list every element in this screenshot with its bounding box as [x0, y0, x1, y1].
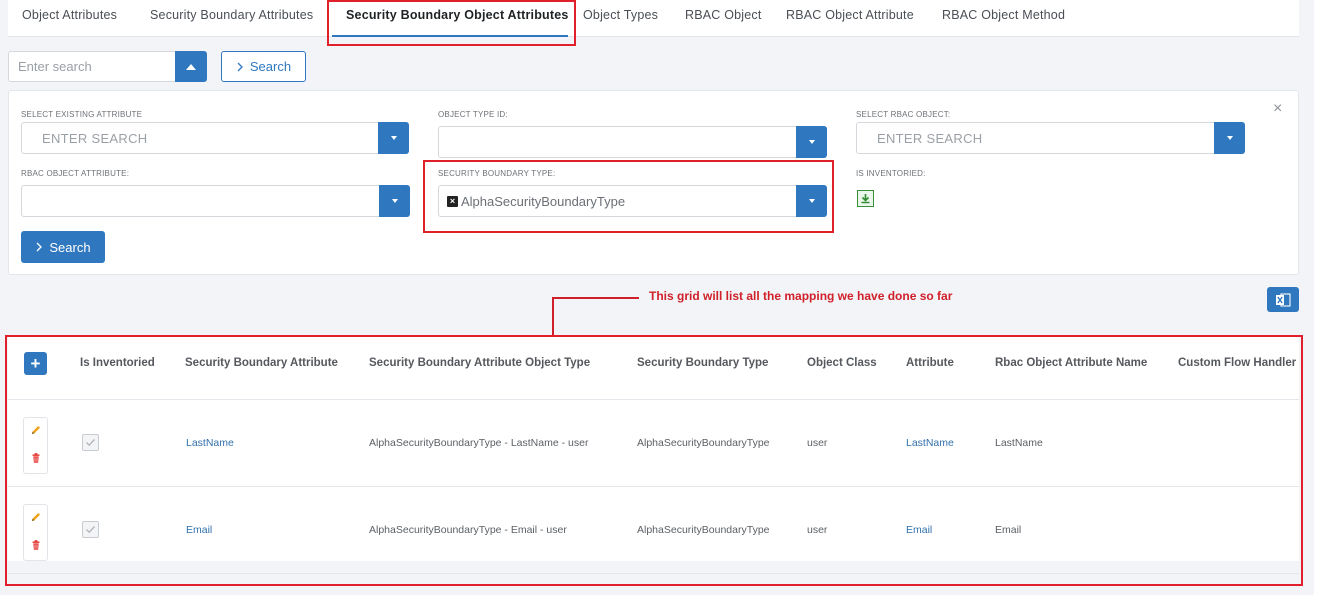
- tab-rbac-object[interactable]: RBAC Object: [685, 8, 762, 22]
- tab-object-attributes[interactable]: Object Attributes: [22, 8, 117, 22]
- select-rbac-object-field[interactable]: ENTER SEARCH: [856, 122, 1245, 154]
- tab-rbac-object-attribute[interactable]: RBAC Object Attribute: [786, 8, 914, 22]
- tab-object-types[interactable]: Object Types: [583, 8, 658, 22]
- is-inventoried-label: IS INVENTORIED:: [856, 169, 926, 178]
- top-search-input[interactable]: [8, 51, 175, 82]
- tab-security-boundary-attributes[interactable]: Security Boundary Attributes: [150, 8, 313, 22]
- annotation-line-vertical: [552, 297, 554, 335]
- chevron-right-icon: [36, 242, 43, 252]
- rbac-object-attribute-label: RBAC OBJECT ATTRIBUTE:: [21, 169, 130, 178]
- highlight-box-active-tab: [327, 0, 576, 46]
- object-type-id-dropdown-button[interactable]: [796, 126, 827, 158]
- select-existing-attribute-dropdown-button[interactable]: [378, 122, 409, 154]
- annotation-line-horizontal: [553, 297, 639, 299]
- chevron-right-icon: [237, 62, 243, 71]
- rbac-object-attribute-field[interactable]: [21, 185, 410, 217]
- annotation-text: This grid will list all the mapping we h…: [649, 289, 953, 303]
- caret-down-icon: [391, 199, 398, 203]
- filter-search-button-label: Search: [49, 239, 91, 255]
- top-search-button[interactable]: Search: [221, 51, 306, 82]
- rbac-object-attribute-dropdown-button[interactable]: [379, 185, 410, 217]
- filter-search-button[interactable]: Search: [21, 231, 105, 263]
- select-existing-attribute-placeholder: ENTER SEARCH: [42, 131, 148, 146]
- object-type-id-field[interactable]: [438, 126, 827, 158]
- select-rbac-object-label: SELECT RBAC OBJECT:: [856, 110, 951, 119]
- caret-down-icon: [390, 136, 397, 140]
- tab-rbac-object-method[interactable]: RBAC Object Method: [942, 8, 1065, 22]
- highlight-box-grid: [5, 335, 1303, 586]
- excel-icon: [1276, 292, 1291, 307]
- download-arrow-glyph: [861, 194, 870, 204]
- select-existing-attribute-field[interactable]: ENTER SEARCH: [21, 122, 409, 154]
- select-existing-attribute-label: SELECT EXISTING ATTRIBUTE: [21, 110, 143, 119]
- download-icon[interactable]: [857, 190, 874, 207]
- top-search-button-label: Search: [249, 59, 292, 74]
- select-rbac-object-dropdown-button[interactable]: [1214, 122, 1245, 154]
- highlight-box-security-boundary-type: [423, 160, 834, 233]
- close-icon[interactable]: ×: [1273, 101, 1282, 117]
- caret-down-icon: [808, 140, 815, 144]
- top-search-group: [8, 51, 207, 82]
- tab-bar: Object Attributes Security Boundary Attr…: [8, 0, 1299, 37]
- excel-export-button[interactable]: [1267, 287, 1299, 312]
- triangle-up-icon: [186, 63, 196, 70]
- select-rbac-object-placeholder: ENTER SEARCH: [877, 131, 983, 146]
- object-type-id-label: OBJECT TYPE ID:: [438, 110, 508, 119]
- top-search-toggle-button[interactable]: [175, 51, 207, 82]
- caret-down-icon: [1226, 136, 1233, 140]
